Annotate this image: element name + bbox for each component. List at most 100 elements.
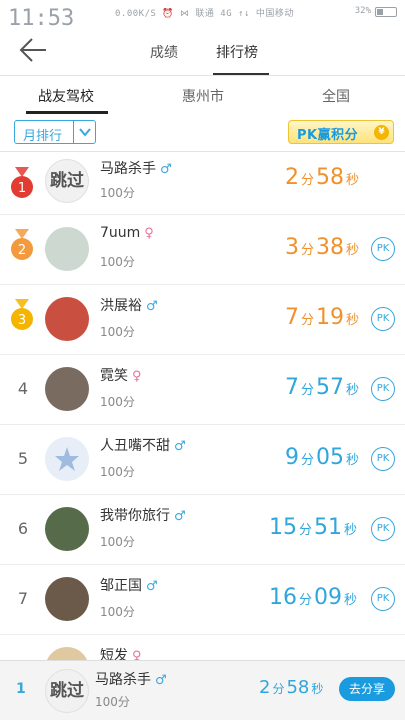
avatar[interactable]	[45, 507, 89, 551]
battery-icon	[375, 7, 397, 17]
time-min: 7	[285, 305, 299, 330]
tab-indicator	[213, 73, 269, 75]
completion-time: 7 分19 秒	[285, 305, 361, 330]
status-info: 0.00K/S ⏰ ⋈ 联通 4G ↑↓ 中国移动	[115, 9, 294, 19]
user-name: 我带你旅行 ♂	[100, 505, 186, 525]
silver-medal-icon: 2	[10, 229, 34, 263]
avatar[interactable]	[45, 367, 89, 411]
rank-number: 6	[17, 519, 29, 538]
time-min: 2	[285, 165, 299, 190]
time-sec: 51	[314, 515, 343, 540]
my-time-sec: 58	[286, 677, 310, 698]
ranking-row[interactable]: 6 我带你旅行 ♂ 100分 15 分51 秒 PK	[0, 495, 405, 565]
share-button[interactable]: 去分享	[339, 677, 395, 701]
pk-button[interactable]: PK	[371, 377, 395, 401]
time-sec-unit: 秒	[346, 453, 360, 468]
completion-time: 9 分05 秒	[285, 445, 361, 470]
tab-scores[interactable]: 成绩	[150, 42, 178, 62]
my-time: 2 分 58 秒	[259, 677, 325, 698]
pk-button[interactable]: PK	[371, 237, 395, 261]
completion-time: 15 分51 秒	[269, 515, 359, 540]
avatar[interactable]	[45, 227, 89, 271]
pk-button[interactable]: PK	[371, 587, 395, 611]
time-min-unit: 分	[301, 173, 315, 188]
time-min: 15	[269, 515, 297, 540]
user-name: 人丑嘴不甜 ♂	[100, 435, 186, 455]
time-min: 3	[285, 235, 299, 260]
user-name-text: 我带你旅行	[100, 508, 170, 524]
chevron-down-icon	[73, 121, 95, 143]
tab-national[interactable]: 全国	[322, 86, 350, 106]
tab-city[interactable]: 惠州市	[182, 86, 224, 106]
ranking-list: 1 跳过 马路杀手 ♂ 100分 2 分58 秒 2 7uum ♀ 100分 3 分38 秒…	[0, 153, 405, 705]
ranking-row[interactable]: 7 邹正国 ♂ 100分 16 分09 秒 PK	[0, 565, 405, 635]
ranking-row[interactable]: 5 人丑嘴不甜 ♂ 100分 9 分05 秒 PK	[0, 425, 405, 495]
pk-button[interactable]: PK	[371, 517, 395, 541]
pk-button[interactable]: PK	[371, 447, 395, 471]
user-score: 100分	[100, 325, 135, 339]
filter-row: 月排行 PK赢积分 ¥	[0, 114, 405, 152]
time-sec: 57	[316, 375, 345, 400]
time-min: 16	[269, 585, 297, 610]
top-bar: 成绩 排行榜	[0, 24, 405, 76]
ranking-row[interactable]: 3 洪展裕 ♂ 100分 7 分19 秒 PK	[0, 285, 405, 355]
time-min: 9	[285, 445, 299, 470]
my-name-text: 马路杀手	[95, 672, 151, 688]
time-sec: 38	[316, 235, 345, 260]
time-sec-unit: 秒	[346, 243, 360, 258]
time-min-unit: 分	[301, 453, 315, 468]
ranking-row[interactable]: 1 跳过 马路杀手 ♂ 100分 2 分58 秒	[0, 153, 405, 215]
battery-percent: 32%	[354, 6, 371, 16]
female-icon: ♀	[132, 369, 142, 384]
bronze-medal-icon: 3	[10, 299, 34, 333]
rank-number: 5	[17, 449, 29, 468]
scope-tabs: 战友驾校 惠州市 全国	[0, 77, 405, 114]
coin-icon: ¥	[374, 125, 389, 140]
my-rank-bar: 1 跳过 马路杀手 ♂ 100分 2 分 58 秒 去分享	[0, 660, 405, 720]
avatar[interactable]	[45, 297, 89, 341]
my-name: 马路杀手 ♂	[95, 669, 167, 689]
pk-banner-text: PK赢积分	[297, 128, 359, 143]
time-sec: 19	[316, 305, 345, 330]
back-arrow-icon[interactable]	[18, 36, 48, 64]
pk-button[interactable]: PK	[371, 307, 395, 331]
gold-medal-icon: 1	[10, 167, 34, 201]
user-score: 100分	[100, 395, 135, 409]
tab-ranking[interactable]: 排行榜	[216, 42, 258, 62]
user-name-text: 7uum	[100, 225, 141, 241]
avatar[interactable]	[45, 577, 89, 621]
period-dropdown[interactable]: 月排行	[14, 120, 96, 144]
my-time-min: 2	[259, 677, 271, 698]
user-name: 马路杀手 ♂	[100, 158, 172, 178]
tab-school[interactable]: 战友驾校	[38, 86, 94, 106]
user-score: 100分	[100, 255, 135, 269]
time-min-unit: 分	[301, 383, 315, 398]
time-sec: 09	[314, 585, 343, 610]
my-score: 100分	[95, 695, 130, 709]
ranking-row[interactable]: 4 霓笑 ♀ 100分 7 分57 秒 PK	[0, 355, 405, 425]
user-name: 霓笑 ♀	[100, 365, 142, 385]
avatar[interactable]	[45, 437, 89, 481]
my-time-sec-unit: 秒	[311, 682, 324, 696]
user-name-text: 霓笑	[100, 368, 128, 384]
completion-time: 16 分09 秒	[269, 585, 359, 610]
user-name-text: 人丑嘴不甜	[100, 438, 170, 454]
avatar[interactable]: 跳过	[45, 159, 89, 203]
time-sec-unit: 秒	[346, 313, 360, 328]
user-name-text: 马路杀手	[100, 161, 156, 177]
my-avatar: 跳过	[45, 669, 89, 713]
male-icon: ♂	[146, 579, 158, 594]
time-sec: 05	[316, 445, 345, 470]
pk-earn-points-banner[interactable]: PK赢积分 ¥	[288, 120, 394, 144]
user-name: 7uum ♀	[100, 225, 154, 241]
rank-number: 7	[17, 589, 29, 608]
time-min-unit: 分	[299, 523, 313, 538]
male-icon: ♂	[174, 439, 186, 454]
user-name-text: 邹正国	[100, 578, 142, 594]
time-sec-unit: 秒	[346, 383, 360, 398]
status-bar: 11:53 0.00K/S ⏰ ⋈ 联通 4G ↑↓ 中国移动 32%	[0, 0, 405, 31]
time-sec-unit: 秒	[346, 173, 360, 188]
user-score: 100分	[100, 465, 135, 479]
time-sec-unit: 秒	[344, 523, 358, 538]
ranking-row[interactable]: 2 7uum ♀ 100分 3 分38 秒 PK	[0, 215, 405, 285]
